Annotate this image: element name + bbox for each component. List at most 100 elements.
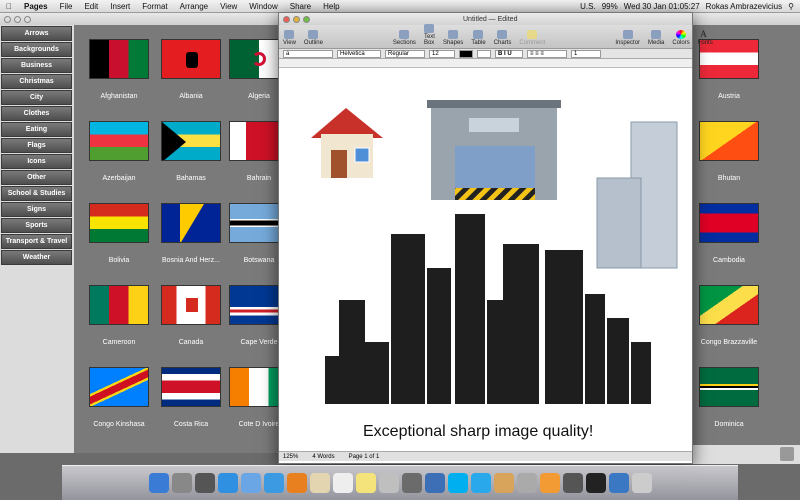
flag-item[interactable]: Congo Kinshasa bbox=[84, 367, 154, 428]
category-icons[interactable]: Icons bbox=[1, 154, 72, 169]
flag-item[interactable]: Bolivia bbox=[84, 203, 154, 264]
charts-button[interactable]: Charts bbox=[494, 30, 511, 46]
category-signs[interactable]: Signs bbox=[1, 202, 72, 217]
flag-item[interactable]: Bhutan bbox=[684, 121, 774, 182]
menu-arrange[interactable]: Arrange bbox=[174, 2, 214, 11]
line-spacing-select[interactable]: 1 bbox=[571, 49, 601, 58]
document-canvas[interactable]: Exceptional sharp image quality! bbox=[279, 68, 692, 451]
launchpad-icon[interactable] bbox=[171, 473, 192, 493]
table-button[interactable]: Table bbox=[471, 30, 486, 46]
colors-button[interactable]: Colors bbox=[672, 30, 690, 46]
finder-icon[interactable] bbox=[148, 473, 169, 493]
spotlight-icon[interactable]: ⚲ bbox=[788, 2, 794, 11]
pages-icon[interactable] bbox=[539, 473, 560, 493]
flag-item[interactable]: Canada bbox=[156, 285, 226, 346]
font-style-select[interactable]: Regular bbox=[385, 49, 425, 58]
zoom-button[interactable] bbox=[303, 15, 310, 23]
close-button[interactable] bbox=[4, 15, 11, 23]
inspector-button[interactable]: Inspector bbox=[615, 30, 640, 46]
category-sports[interactable]: Sports bbox=[1, 218, 72, 233]
flag-item[interactable]: Afghanistan bbox=[84, 39, 154, 100]
ruler[interactable] bbox=[279, 59, 692, 68]
font-size-select[interactable]: 12 bbox=[429, 49, 455, 58]
menu-app[interactable]: Pages bbox=[18, 2, 54, 11]
photo-booth-icon[interactable] bbox=[401, 473, 422, 493]
preview-icon[interactable] bbox=[516, 473, 537, 493]
house-image[interactable] bbox=[311, 108, 383, 178]
menu-help[interactable]: Help bbox=[317, 2, 345, 11]
menu-view[interactable]: View bbox=[214, 2, 243, 11]
highlight-color-well[interactable] bbox=[477, 49, 491, 58]
clock[interactable]: Wed 30 Jan 01:05:27 bbox=[624, 2, 700, 11]
mission-control-icon[interactable] bbox=[194, 473, 215, 493]
paragraph-style-select[interactable]: a bbox=[283, 49, 333, 58]
menu-format[interactable]: Format bbox=[136, 2, 173, 11]
category-backgrounds[interactable]: Backgrounds bbox=[1, 42, 72, 57]
pencil-icon[interactable] bbox=[562, 473, 583, 493]
user-name[interactable]: Rokas Ambrazevicius bbox=[706, 2, 782, 11]
flag-item[interactable]: Congo Brazzaville bbox=[684, 285, 774, 346]
trash-icon[interactable] bbox=[631, 473, 652, 493]
category-school[interactable]: School & Studies bbox=[1, 186, 72, 201]
calendar-icon[interactable] bbox=[332, 473, 353, 493]
flag-item[interactable]: Austria bbox=[684, 39, 774, 100]
menu-insert[interactable]: Insert bbox=[104, 2, 136, 11]
user-icon[interactable] bbox=[780, 447, 794, 461]
menu-window[interactable]: Window bbox=[243, 2, 283, 11]
comment-button[interactable]: Comment bbox=[519, 30, 545, 46]
caption-text[interactable]: Exceptional sharp image quality! bbox=[363, 423, 593, 441]
flag-item[interactable]: Bahamas bbox=[156, 121, 226, 182]
itunes-icon[interactable] bbox=[424, 473, 445, 493]
flag-item[interactable]: Costa Rica bbox=[156, 367, 226, 428]
close-button[interactable] bbox=[283, 15, 290, 23]
sections-button[interactable]: Sections bbox=[393, 30, 416, 46]
fonts-button[interactable]: A Fonts bbox=[698, 30, 713, 47]
category-city[interactable]: City bbox=[1, 90, 72, 105]
textbox-button[interactable]: Text Box bbox=[424, 24, 435, 46]
view-button[interactable]: View bbox=[283, 30, 296, 46]
app-store-icon[interactable] bbox=[217, 473, 238, 493]
minimize-button[interactable] bbox=[293, 15, 300, 23]
flag-item[interactable]: Dominica bbox=[684, 367, 774, 428]
category-business[interactable]: Business bbox=[1, 58, 72, 73]
clipart-app-icon[interactable] bbox=[585, 473, 606, 493]
reminders-icon[interactable] bbox=[378, 473, 399, 493]
safari-icon[interactable] bbox=[263, 473, 284, 493]
zoom-button[interactable] bbox=[24, 15, 31, 23]
firefox-icon[interactable] bbox=[286, 473, 307, 493]
media-button[interactable]: Media bbox=[648, 30, 664, 46]
zoom-select[interactable]: 125% bbox=[283, 454, 298, 460]
flag-item[interactable]: Cameroon bbox=[84, 285, 154, 346]
category-christmas[interactable]: Christmas bbox=[1, 74, 72, 89]
chess-icon[interactable] bbox=[493, 473, 514, 493]
category-other[interactable]: Other bbox=[1, 170, 72, 185]
flag-item[interactable]: Albania bbox=[156, 39, 226, 100]
battery-status[interactable]: 99% bbox=[602, 2, 618, 11]
notes-icon[interactable] bbox=[355, 473, 376, 493]
contacts-icon[interactable] bbox=[309, 473, 330, 493]
font-family-select[interactable]: Helvetica bbox=[337, 49, 381, 58]
menu-file[interactable]: File bbox=[54, 2, 79, 11]
locale-indicator[interactable]: U.S. bbox=[580, 2, 596, 11]
flag-item[interactable]: Cambodia bbox=[684, 203, 774, 264]
twitter-icon[interactable] bbox=[470, 473, 491, 493]
shapes-button[interactable]: Shapes bbox=[443, 30, 463, 46]
text-color-well[interactable] bbox=[459, 49, 473, 58]
alignment-buttons[interactable]: ≡ ≡ ≡ bbox=[527, 49, 567, 58]
category-arrows[interactable]: Arrows bbox=[1, 26, 72, 41]
menu-share[interactable]: Share bbox=[284, 2, 317, 11]
bold-italic-underline[interactable]: B I U bbox=[495, 49, 523, 58]
category-clothes[interactable]: Clothes bbox=[1, 106, 72, 121]
outline-button[interactable]: Outline bbox=[304, 30, 323, 46]
apple-icon[interactable]:  bbox=[0, 2, 18, 11]
menu-edit[interactable]: Edit bbox=[78, 2, 104, 11]
category-transport[interactable]: Transport & Travel bbox=[1, 234, 72, 249]
category-eating[interactable]: Eating bbox=[1, 122, 72, 137]
minimize-button[interactable] bbox=[14, 15, 21, 23]
downloads-icon[interactable] bbox=[608, 473, 629, 493]
office-building-image[interactable] bbox=[596, 121, 678, 269]
mail-icon[interactable] bbox=[240, 473, 261, 493]
category-flags[interactable]: Flags bbox=[1, 138, 72, 153]
flag-item[interactable]: Azerbaijan bbox=[84, 121, 154, 182]
category-weather[interactable]: Weather bbox=[1, 250, 72, 265]
